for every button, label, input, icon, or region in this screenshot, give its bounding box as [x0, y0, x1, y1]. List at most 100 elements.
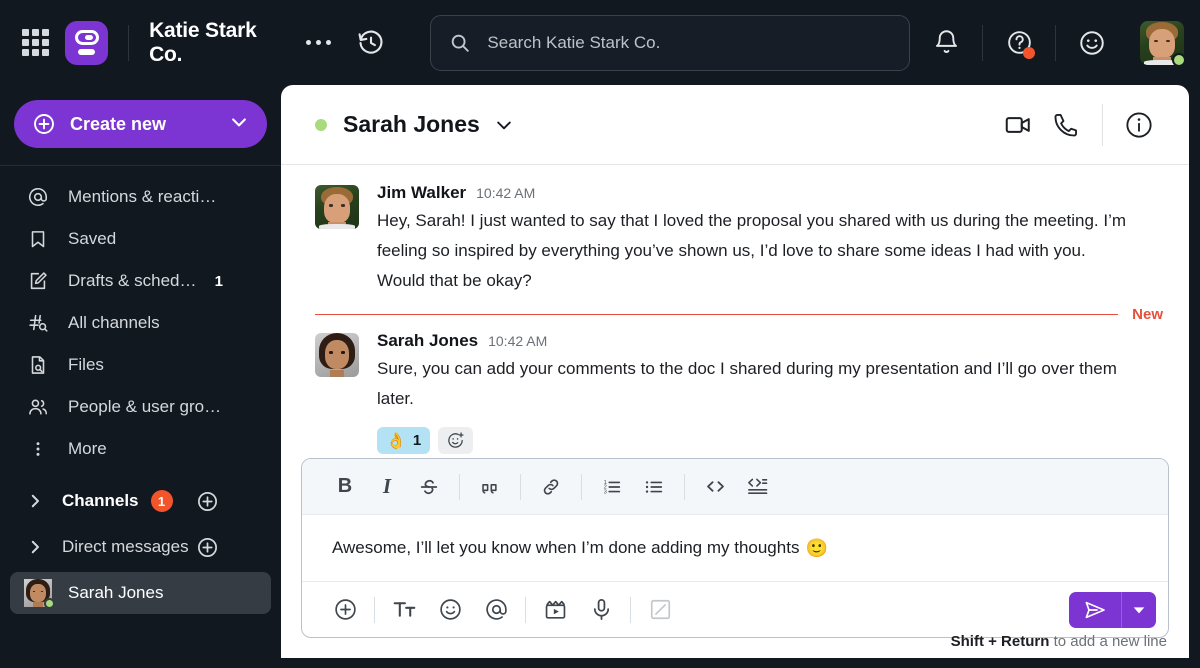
composer-actions — [302, 581, 1168, 637]
message-text: Hey, Sarah! I just wanted to say that I … — [377, 211, 1127, 290]
add-channel-button[interactable] — [196, 490, 219, 513]
italic-button[interactable]: I — [366, 467, 408, 507]
code-button[interactable] — [694, 467, 736, 507]
bookmark-icon — [26, 228, 50, 250]
bell-icon[interactable] — [924, 21, 968, 65]
divider — [520, 473, 521, 500]
create-new-button[interactable]: Create new — [14, 100, 267, 148]
sidebar-section-channels[interactable]: Channels 1 — [0, 478, 281, 524]
info-icon[interactable] — [1115, 103, 1163, 147]
sidebar-item-saved[interactable]: Saved — [0, 218, 281, 260]
sidebar-item-drafts[interactable]: Drafts & sched… 1 — [0, 260, 281, 302]
svg-text:3: 3 — [604, 489, 607, 495]
text-format-icon[interactable] — [381, 590, 427, 630]
slash-icon[interactable] — [637, 590, 683, 630]
microphone-icon[interactable] — [578, 590, 624, 630]
add-reaction-button[interactable] — [438, 427, 474, 454]
emoji-button[interactable] — [427, 590, 473, 630]
presence-indicator — [44, 598, 55, 609]
sidebar-item-people[interactable]: People & user gro… — [0, 386, 281, 428]
draft-pencil-icon — [26, 270, 50, 292]
new-dm-button[interactable] — [196, 536, 219, 559]
people-icon — [26, 396, 50, 418]
message-timestamp[interactable]: 10:42 AM — [488, 333, 547, 349]
file-search-icon — [26, 354, 50, 376]
presence-indicator — [1172, 52, 1186, 67]
sidebar-item-label: All channels — [68, 313, 160, 332]
code-block-button[interactable] — [736, 467, 778, 507]
formatting-toolbar: B I 1 2 3 — [302, 459, 1168, 515]
bold-button[interactable]: B — [324, 467, 366, 507]
help-icon[interactable] — [997, 21, 1041, 65]
sidebar-nav: Mentions & reacti… Saved Drafts & sched…… — [0, 166, 281, 470]
smiley-icon[interactable] — [1070, 21, 1114, 65]
sidebar-item-label: Files — [68, 355, 104, 374]
composer-hint-text: to add a new line — [1049, 633, 1167, 650]
ordered-list-button[interactable]: 1 2 3 — [591, 467, 633, 507]
sidebar-dm-sarah-jones[interactable]: Sarah Jones — [10, 572, 271, 614]
sidebar-item-more[interactable]: More — [0, 428, 281, 470]
history-icon[interactable] — [357, 29, 385, 57]
divider — [525, 596, 526, 623]
sidebar: Create new Mentions & reacti… Saved Draf… — [0, 85, 281, 668]
sidebar-item-label: More — [68, 439, 107, 458]
blockquote-button[interactable] — [469, 467, 511, 507]
link-button[interactable] — [530, 467, 572, 507]
divider — [459, 473, 460, 500]
app-grid-icon[interactable] — [22, 29, 49, 56]
message-input-emoji: 🙂 — [805, 537, 828, 558]
sidebar-item-files[interactable]: Files — [0, 344, 281, 386]
ellipsis-icon[interactable] — [306, 40, 332, 45]
avatar[interactable] — [315, 185, 359, 229]
message-text: Sure, you can add your comments to the d… — [377, 359, 1117, 408]
presence-indicator — [315, 118, 327, 131]
send-options-button[interactable] — [1122, 592, 1156, 628]
dm-label: Sarah Jones — [68, 583, 164, 602]
reaction-count: 1 — [412, 432, 422, 449]
chevron-right-icon — [26, 492, 44, 510]
message-author[interactable]: Sarah Jones — [377, 331, 478, 351]
page-title[interactable]: Sarah Jones — [343, 111, 480, 138]
channels-unread-badge: 1 — [150, 490, 173, 512]
top-bar: Katie Stark Co. Search Katie Stark Co. — [0, 0, 1200, 85]
workspace-title[interactable]: Katie Stark Co. — [149, 19, 292, 67]
strikethrough-button[interactable] — [408, 467, 450, 507]
conversation-panel: Sarah Jones Jim Walker 10:42 AM Hey, Sar… — [281, 85, 1189, 658]
send-button-group — [1069, 591, 1156, 628]
divider — [684, 473, 685, 500]
reaction-pill[interactable]: 👌 1 — [377, 427, 431, 454]
message-author[interactable]: Jim Walker — [377, 183, 466, 203]
sidebar-item-label: People & user gro… — [68, 397, 222, 416]
message-timestamp[interactable]: 10:42 AM — [476, 185, 535, 201]
divider — [982, 24, 983, 61]
divider — [630, 596, 631, 623]
message-list: Jim Walker 10:42 AM Hey, Sarah! I just w… — [281, 165, 1189, 454]
conversation-header: Sarah Jones — [281, 85, 1189, 165]
avatar — [24, 579, 55, 609]
workspace-logo-icon[interactable] — [65, 20, 109, 65]
sidebar-item-count: 1 — [214, 272, 223, 290]
avatar[interactable] — [1140, 20, 1186, 67]
message-header: Jim Walker 10:42 AM — [377, 183, 1169, 203]
search-icon — [452, 34, 470, 52]
chevron-right-icon — [26, 538, 44, 556]
video-clip-icon[interactable] — [532, 590, 578, 630]
reaction-bar: 👌 1 — [377, 427, 1169, 454]
attach-button[interactable] — [322, 590, 368, 630]
plus-circle-icon — [34, 114, 54, 134]
avatar[interactable] — [315, 333, 359, 377]
chevron-down-icon[interactable] — [494, 115, 514, 135]
mention-icon[interactable] — [473, 590, 519, 630]
sidebar-item-mentions[interactable]: Mentions & reacti… — [0, 176, 281, 218]
section-label: Direct messages — [62, 537, 189, 556]
message-input[interactable]: Awesome, I’ll let you know when I’m done… — [302, 515, 1168, 581]
message-input-value: Awesome, I’ll let you know when I’m done… — [332, 538, 800, 557]
sidebar-section-direct-messages[interactable]: Direct messages — [0, 524, 281, 570]
phone-icon[interactable] — [1042, 103, 1090, 147]
send-button[interactable] — [1069, 592, 1121, 628]
message-header: Sarah Jones 10:42 AM — [377, 331, 1169, 351]
bulleted-list-button[interactable] — [633, 467, 675, 507]
video-camera-icon[interactable] — [994, 103, 1042, 147]
sidebar-item-all-channels[interactable]: All channels — [0, 302, 281, 344]
search-input[interactable]: Search Katie Stark Co. — [430, 14, 910, 71]
